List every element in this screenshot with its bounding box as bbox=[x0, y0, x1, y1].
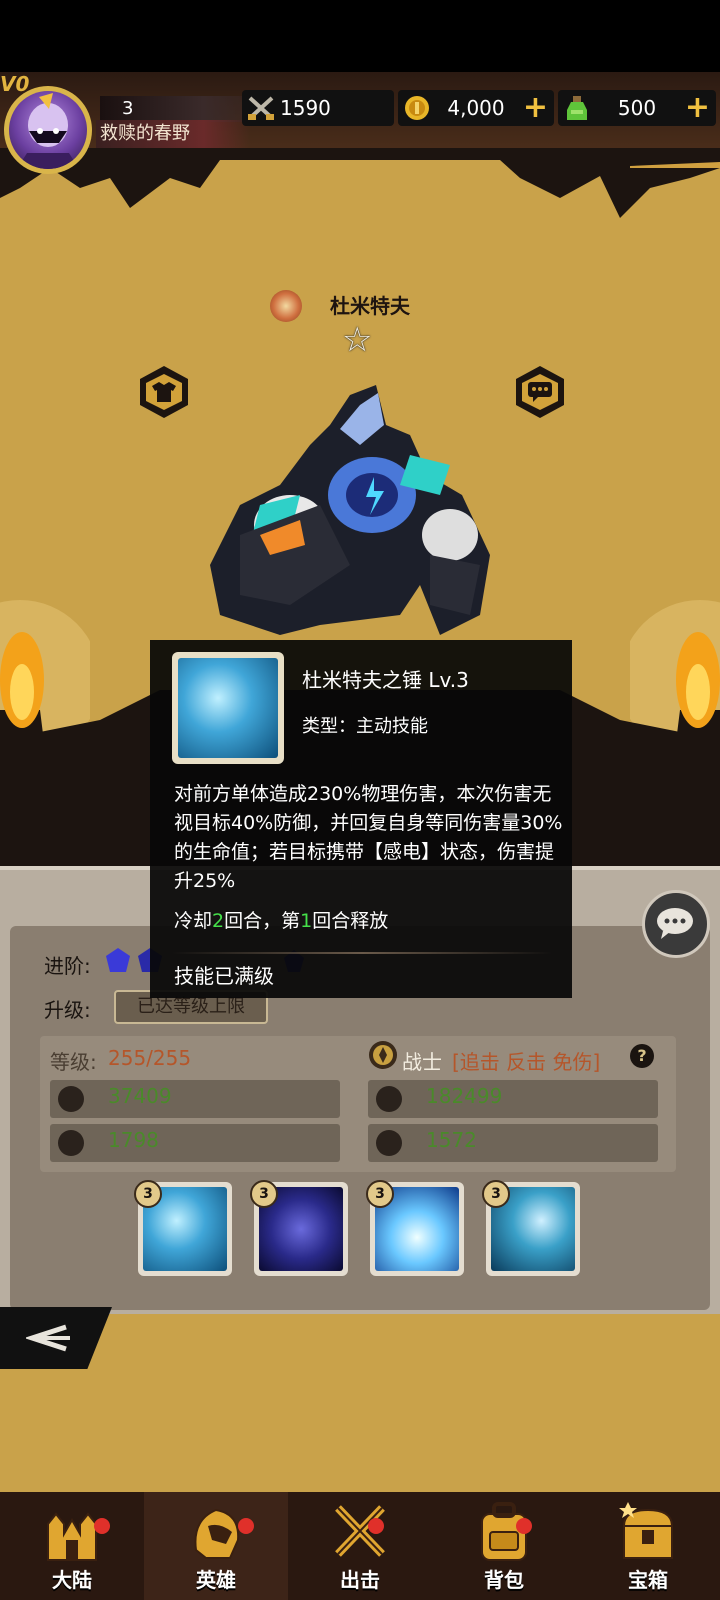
status-bar bbox=[0, 0, 720, 72]
level-label: 等级: bbox=[50, 1050, 97, 1074]
speed-value: 1572 bbox=[426, 1128, 477, 1152]
top-silhouette bbox=[0, 148, 720, 218]
crossed-swords-icon bbox=[248, 96, 274, 120]
back-arrow-icon bbox=[26, 1324, 70, 1352]
hero-name: 杜米特夫 bbox=[330, 294, 410, 318]
notification-dot bbox=[238, 1518, 254, 1534]
heart-icon bbox=[376, 1086, 402, 1112]
add-gold-button[interactable]: + bbox=[523, 90, 548, 126]
boot-icon bbox=[376, 1130, 402, 1156]
tooltip-divider bbox=[172, 952, 552, 954]
class-label: 战士 bbox=[402, 1050, 442, 1074]
stat-defense: 1798 bbox=[50, 1124, 340, 1162]
nav-battle[interactable]: 出击 bbox=[288, 1492, 432, 1600]
skill-level-badge: 3 bbox=[482, 1180, 510, 1208]
level-value: 255/255 bbox=[108, 1046, 192, 1070]
nav-continent[interactable]: 大陆 bbox=[0, 1492, 144, 1600]
shield-icon bbox=[58, 1130, 84, 1156]
nav-label: 出击 bbox=[340, 1568, 380, 1592]
shirt-icon bbox=[152, 382, 176, 402]
gold-value: 4,000 bbox=[447, 96, 505, 120]
notification-dot bbox=[368, 1518, 384, 1534]
cooldown-suffix: 回合释放 bbox=[312, 910, 389, 932]
nav-label: 宝箱 bbox=[628, 1568, 668, 1592]
upgrade-label: 升级: bbox=[44, 998, 91, 1022]
nav-label: 背包 bbox=[484, 1568, 524, 1592]
notification-dot bbox=[94, 1518, 110, 1534]
tooltip-description: 对前方单体造成230%物理伤害，本次伤害无视目标40%防御，并回复自身等同伤害量… bbox=[174, 783, 563, 892]
gold-display: 4,000 + bbox=[398, 90, 554, 126]
attack-icon bbox=[58, 1086, 84, 1112]
release-round: 1 bbox=[300, 910, 313, 932]
notification-dot bbox=[516, 1518, 532, 1534]
gold-coin-icon bbox=[405, 96, 429, 120]
chat-hex-button[interactable] bbox=[516, 366, 564, 418]
element-sun-icon bbox=[270, 290, 302, 322]
cooldown-prefix: 冷却 bbox=[174, 910, 213, 932]
advance-label: 进阶: bbox=[44, 954, 91, 978]
equipment-button[interactable] bbox=[140, 366, 188, 418]
stat-attack: 37409 bbox=[50, 1080, 340, 1118]
treasure-chest-icon bbox=[619, 1502, 674, 1559]
skill-level-badge: 3 bbox=[134, 1180, 162, 1208]
castle-icon bbox=[47, 1512, 97, 1561]
hammer-skill-icon bbox=[178, 658, 278, 758]
add-potion-button[interactable]: + bbox=[685, 90, 710, 126]
defense-value: 1798 bbox=[108, 1128, 159, 1152]
nav-label: 英雄 bbox=[196, 1568, 236, 1592]
power-value: 1590 bbox=[280, 96, 331, 120]
potion-value: 500 bbox=[617, 96, 657, 120]
nav-label: 大陆 bbox=[52, 1568, 92, 1592]
skill-level-badge: 3 bbox=[250, 1180, 278, 1208]
tooltip-skill-icon bbox=[172, 652, 284, 764]
potion-display: 500 + bbox=[558, 90, 716, 126]
tooltip-cooldown: 冷却2回合，第1回合释放 bbox=[174, 906, 388, 933]
warrior-class-icon bbox=[369, 1041, 397, 1069]
stat-speed: 1572 bbox=[368, 1124, 658, 1162]
avatar-portrait-icon bbox=[17, 93, 79, 169]
helmet-icon bbox=[194, 1508, 240, 1559]
avatar[interactable] bbox=[9, 91, 87, 169]
speech-bubble-icon bbox=[528, 382, 552, 402]
nav-heroes[interactable]: 英雄 bbox=[144, 1492, 288, 1600]
hero-figure bbox=[210, 385, 490, 635]
traits-label: [追击 反击 免伤] bbox=[452, 1050, 601, 1074]
player-name: 救赎的春野 bbox=[96, 120, 250, 148]
chat-bubbles-icon bbox=[657, 908, 693, 939]
chat-float-button[interactable] bbox=[642, 890, 710, 958]
tooltip-skill-type: 类型：主动技能 bbox=[302, 716, 428, 737]
tooltip-maxed-text: 技能已满级 bbox=[174, 964, 274, 988]
stat-hp: 182499 bbox=[368, 1080, 658, 1118]
cooldown-mid: 回合，第 bbox=[224, 910, 301, 932]
hp-value: 182499 bbox=[426, 1084, 503, 1108]
cooldown-value: 2 bbox=[212, 910, 225, 932]
back-button[interactable] bbox=[0, 1307, 112, 1369]
nav-bag[interactable]: 背包 bbox=[432, 1492, 576, 1600]
star-icon: ☆ bbox=[342, 320, 373, 360]
potion-bottle-icon bbox=[567, 96, 587, 120]
skill-level-badge: 3 bbox=[366, 1180, 394, 1208]
gem-icon bbox=[106, 948, 130, 972]
nav-chest[interactable]: 宝箱 bbox=[576, 1492, 720, 1600]
attack-value: 37409 bbox=[108, 1084, 172, 1108]
power-display: 1590 bbox=[242, 90, 394, 126]
help-icon[interactable]: ? bbox=[630, 1044, 654, 1068]
tooltip-skill-title: 杜米特夫之锤 Lv.3 bbox=[302, 668, 469, 692]
